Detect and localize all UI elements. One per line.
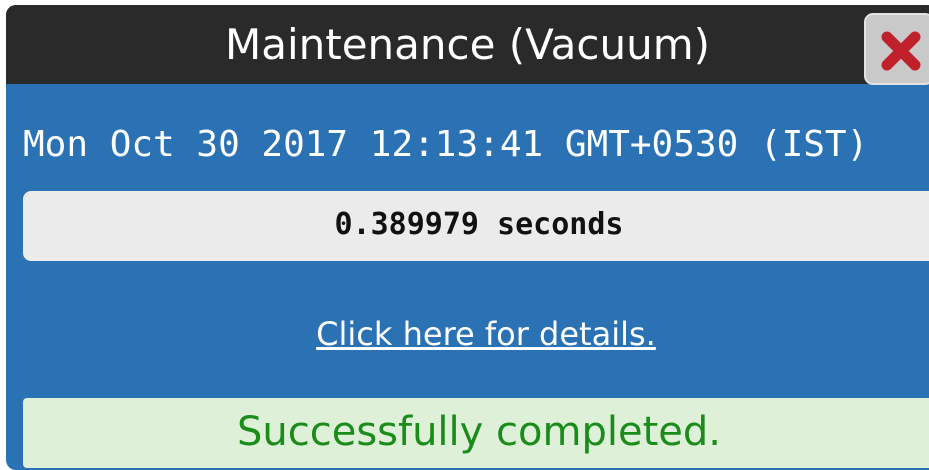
duration-text: 0.389979 seconds	[334, 207, 624, 242]
maintenance-dialog: Maintenance (Vacuum) Mon Oct 30 2017 12:…	[6, 5, 929, 470]
status-text: Successfully completed.	[236, 409, 721, 455]
status-panel: Successfully completed.	[23, 398, 929, 468]
dialog-titlebar: Maintenance (Vacuum)	[6, 5, 929, 84]
details-link[interactable]: Click here for details.	[6, 311, 929, 357]
close-x-icon	[881, 31, 921, 71]
timestamp-text: Mon Oct 30 2017 12:13:41 GMT+0530 (IST)	[23, 124, 869, 165]
dialog-title: Maintenance (Vacuum)	[224, 20, 711, 69]
duration-panel: 0.389979 seconds	[23, 191, 929, 261]
close-button[interactable]	[864, 13, 929, 85]
